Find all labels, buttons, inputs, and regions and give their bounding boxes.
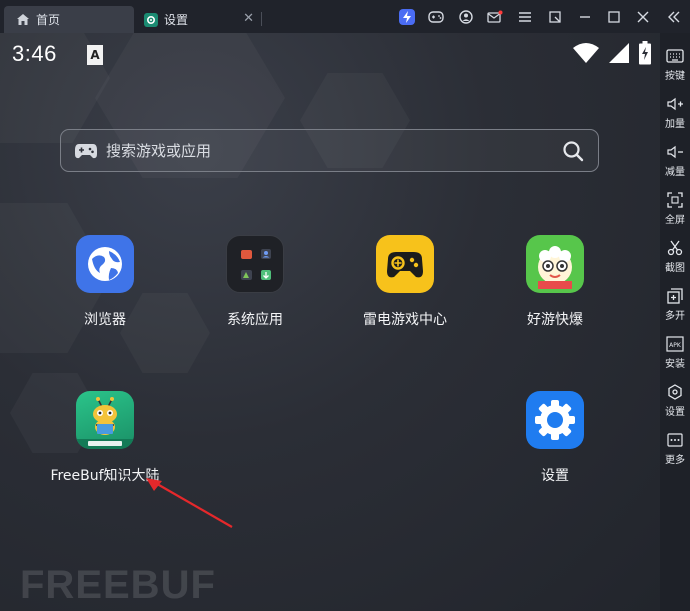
volume-up-icon xyxy=(660,95,690,113)
apk-install-icon: APK xyxy=(660,335,690,353)
sidebar-item-fullscreen[interactable]: 全屏 xyxy=(660,191,690,226)
wifi-icon xyxy=(572,42,600,68)
tab-home-label: 首页 xyxy=(36,13,61,27)
tab-close-icon[interactable]: ✕ xyxy=(243,11,254,26)
settings-hex-icon xyxy=(660,383,690,401)
status-icons xyxy=(572,41,652,69)
booster-icon[interactable] xyxy=(398,8,416,26)
sidebar-item-settings[interactable]: 设置 xyxy=(660,383,690,418)
android-home-screen: 3:46 A 搜索游戏或应用 浏览器 系统应用 雷电游戏中心 好游快爆 Free… xyxy=(0,33,660,611)
tab-settings[interactable]: 设置 ✕ xyxy=(136,6,260,33)
app-settings[interactable]: 设置 xyxy=(495,391,615,485)
settings-gear-icon xyxy=(526,391,584,449)
sidebar-item-more[interactable]: 更多 xyxy=(660,431,690,466)
status-clock: 3:46 xyxy=(12,41,57,66)
app-label: 系统应用 xyxy=(227,312,283,328)
tab-home[interactable]: 首页 xyxy=(4,6,134,33)
search-bar[interactable]: 搜索游戏或应用 xyxy=(60,129,599,172)
signal-icon xyxy=(608,42,630,68)
app-label: 设置 xyxy=(541,468,569,484)
mail-icon[interactable] xyxy=(486,8,504,26)
account-icon[interactable] xyxy=(457,8,475,26)
system-apps-folder-icon xyxy=(226,235,284,293)
multi-instance-icon xyxy=(660,287,690,305)
gamepad-search-icon xyxy=(74,142,98,160)
app-game-center[interactable]: 雷电游戏中心 xyxy=(345,235,465,329)
sidebar-item-volume-up[interactable]: 加量 xyxy=(660,95,690,130)
search-placeholder: 搜索游戏或应用 xyxy=(106,142,212,160)
app-label: 浏览器 xyxy=(84,312,126,328)
sidebar-item-screenshot[interactable]: 截图 xyxy=(660,239,690,274)
more-icon xyxy=(660,431,690,449)
app-freebuf[interactable]: FreeBuf知识大陆 xyxy=(45,391,165,485)
app-browser[interactable]: 浏览器 xyxy=(45,235,165,329)
sidebar-item-volume-down[interactable]: 减量 xyxy=(660,143,690,178)
app-label: 好游快爆 xyxy=(527,312,583,328)
minimize-icon[interactable] xyxy=(576,8,594,26)
maximize-icon[interactable] xyxy=(605,8,623,26)
battery-charging-icon xyxy=(638,41,652,69)
settings-app-icon xyxy=(144,12,158,27)
sidebar-item-keys[interactable]: 按键 xyxy=(660,47,690,82)
freebuf-watermark: FREEBUF xyxy=(20,563,216,607)
gamepad-icon[interactable] xyxy=(427,8,445,26)
menu-icon[interactable] xyxy=(516,8,534,26)
emulator-sidebar: 按键 加量 减量 全屏 截图 多开 APK 安装 设置 更多 xyxy=(660,33,690,611)
svg-text:APK: APK xyxy=(669,342,682,349)
search-icon[interactable] xyxy=(562,140,584,162)
restore-window-icon[interactable] xyxy=(546,8,564,26)
tab-settings-label: 设置 xyxy=(164,13,189,27)
app-system-apps[interactable]: 系统应用 xyxy=(195,235,315,329)
sidebar-item-install[interactable]: APK 安装 xyxy=(660,335,690,370)
close-icon[interactable] xyxy=(634,8,652,26)
sidebar-item-multi-instance[interactable]: 多开 xyxy=(660,287,690,322)
volume-down-icon xyxy=(660,143,690,161)
freebuf-app-icon xyxy=(76,391,134,449)
tab-divider xyxy=(261,12,262,26)
app-haoyou-kuaibao[interactable]: 好游快爆 xyxy=(495,235,615,329)
game-center-icon xyxy=(376,235,434,293)
browser-icon xyxy=(76,235,134,293)
title-tab-bar: 首页 设置 ✕ xyxy=(0,0,690,33)
fullscreen-icon xyxy=(660,191,690,209)
notification-a-icon: A xyxy=(87,45,103,65)
collapse-icon[interactable] xyxy=(665,8,683,26)
scissors-icon xyxy=(660,239,690,257)
haoyou-kuaibao-icon xyxy=(526,235,584,293)
home-icon xyxy=(16,13,30,27)
keyboard-icon xyxy=(660,47,690,65)
app-label: 雷电游戏中心 xyxy=(363,312,447,328)
annotation-arrow xyxy=(146,478,233,528)
